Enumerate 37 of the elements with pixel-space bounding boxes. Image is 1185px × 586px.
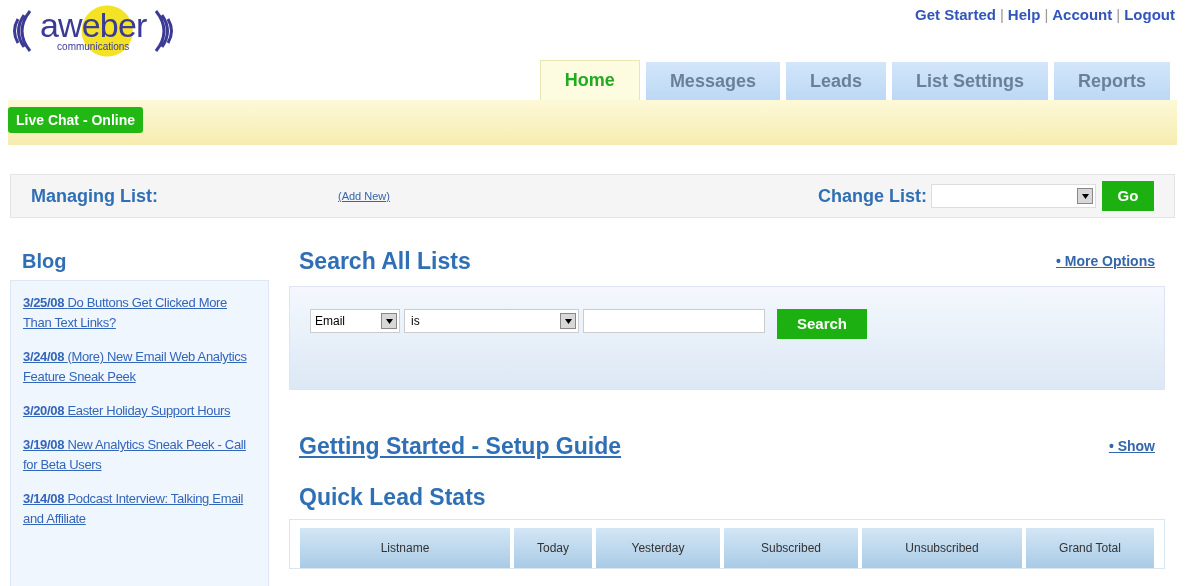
column-header: Unsubscribed [862,527,1022,568]
more-options-link[interactable]: • More Options [1056,250,1155,272]
column-header: Yesterday [596,527,720,568]
add-new-link[interactable]: (Add New) [338,187,390,205]
column-header: Grand Total [1026,527,1154,568]
nav-tab[interactable]: Reports [1054,62,1170,100]
section-heading: Quick Lead Stats [298,483,487,512]
field-select[interactable]: Email [310,309,400,333]
operator-select[interactable]: is [404,309,579,333]
section-heading: Search All Lists [299,246,471,276]
managing-list-label: Managing List: [31,184,158,208]
blog-post-link[interactable]: 3/24/08 (More) New Email Web Analytics Feature Sneak Peek [23,347,256,387]
nav-tab[interactable]: Leads [785,62,886,100]
show-link[interactable]: • Show [1108,435,1155,457]
blog-post-link[interactable]: 3/19/08 New Analytics Sneak Peek - Call for Beta Users [23,435,256,475]
column-header: Today [514,527,592,568]
go-button[interactable]: Go [1102,181,1154,211]
nav-tab[interactable]: Home [539,60,640,100]
link-separator: | [1116,5,1121,24]
column-header: Subscribed [724,527,858,568]
change-list-label: Change List: [818,184,927,208]
top-link[interactable]: Logout [1124,4,1175,24]
setup-guide-link[interactable]: Getting Started - Setup Guide [299,428,621,464]
top-link[interactable]: Help [1007,4,1041,24]
link-separator: | [1044,5,1049,24]
top-link[interactable]: Account [1052,4,1113,24]
nav-tab[interactable]: List Settings [891,62,1048,100]
blog-heading: Blog [22,249,68,274]
nav-tab[interactable]: Messages [645,62,780,100]
blog-post-link[interactable]: 3/20/08 Easter Holiday Support Hours [23,401,256,421]
blog-post-link[interactable]: 3/14/08 Podcast Interview: Talking Email and Affiliate [23,489,256,529]
top-link[interactable]: Get Started [915,4,996,24]
column-header: Listname [300,527,510,568]
search-button[interactable]: Search [777,309,867,339]
blog-post-link[interactable]: 3/25/08 Do Buttons Get Clicked More Than Text Links? [23,293,256,333]
search-input[interactable] [583,309,765,333]
link-separator: | [999,5,1004,24]
